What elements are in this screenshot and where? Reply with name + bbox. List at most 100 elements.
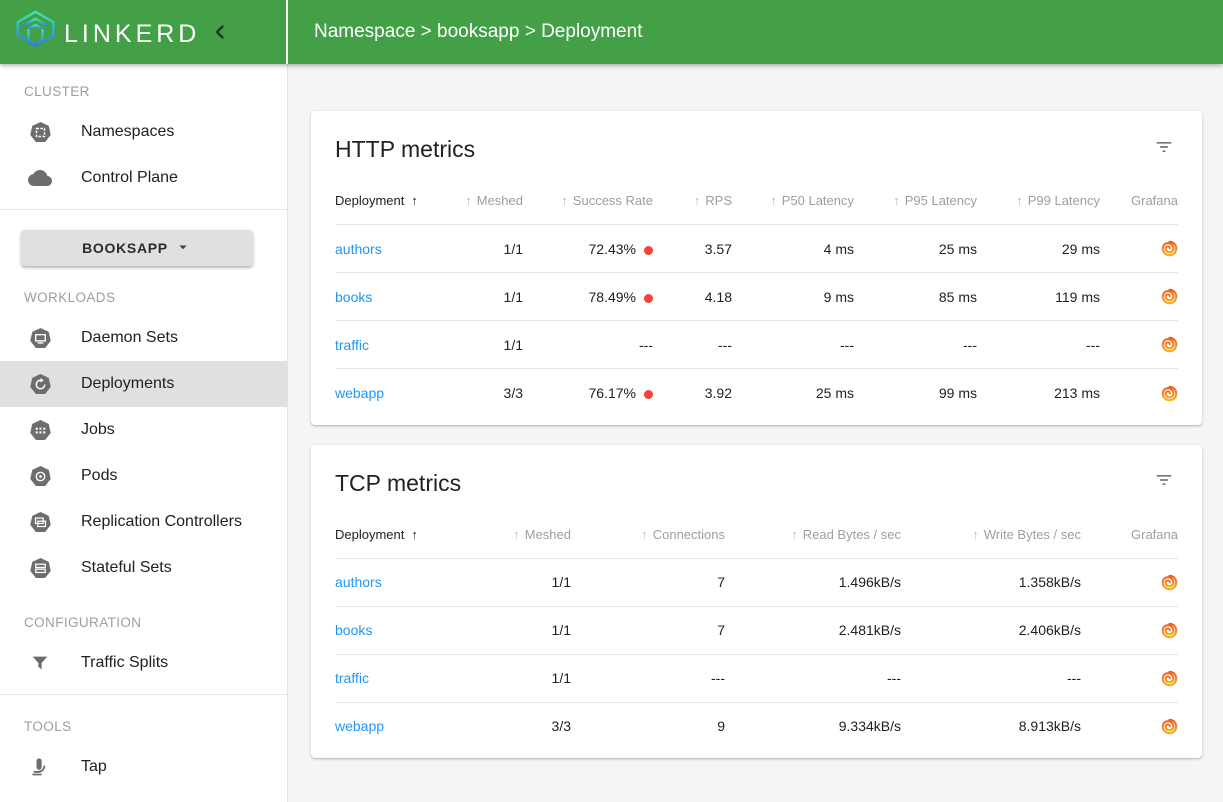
grafana-link[interactable] xyxy=(1161,622,1178,639)
success-rate-value: --- xyxy=(523,321,653,369)
filter-list-icon xyxy=(1154,470,1174,495)
column-header-read-bytes[interactable]: ↑Read Bytes / sec xyxy=(725,497,901,559)
jobs-icon xyxy=(28,418,52,442)
sidebar-item-stateful-sets[interactable]: Stateful Sets xyxy=(0,545,287,591)
success-rate-value: 78.49% xyxy=(523,273,653,321)
success-rate-value: 72.43% xyxy=(523,225,653,273)
sidebar-item-traffic-splits[interactable]: Traffic Splits xyxy=(0,640,287,686)
rps-value: 4.18 xyxy=(653,273,732,321)
grafana-link[interactable] xyxy=(1161,336,1178,353)
namespace-selector-label: BOOKSAPP xyxy=(82,240,168,256)
p99-value: 213 ms xyxy=(977,369,1100,417)
traffic-splits-icon xyxy=(28,651,52,675)
pods-icon xyxy=(28,464,52,488)
column-header-grafana: Grafana xyxy=(1100,163,1178,225)
deployment-link[interactable]: authors xyxy=(335,574,382,590)
p95-value: 99 ms xyxy=(854,369,977,417)
sort-arrow-icon: ↑ xyxy=(791,527,798,542)
meshed-value: 1/1 xyxy=(445,558,571,606)
meshed-value: 1/1 xyxy=(445,225,523,273)
meshed-value: 1/1 xyxy=(445,273,523,321)
sidebar-item-daemon-sets[interactable]: Daemon Sets xyxy=(0,315,287,361)
sidebar-item-replication-controllers[interactable]: Replication Controllers xyxy=(0,499,287,545)
p50-value: 25 ms xyxy=(732,369,854,417)
linkerd-logo-icon xyxy=(13,9,58,59)
replication-controllers-icon xyxy=(28,510,52,534)
deployment-link[interactable]: webapp xyxy=(335,385,384,401)
sidebar-item-label: Daemon Sets xyxy=(81,329,178,347)
sidebar-item-pods[interactable]: Pods xyxy=(0,453,287,499)
column-header-p50-latency[interactable]: ↑P50 Latency xyxy=(732,163,854,225)
sidebar-item-label: Control Plane xyxy=(81,169,178,187)
p99-value: 119 ms xyxy=(977,273,1100,321)
sidebar-item-namespaces[interactable]: Namespaces xyxy=(0,109,287,155)
rps-value: --- xyxy=(653,321,732,369)
p50-value: 9 ms xyxy=(732,273,854,321)
column-header-deployment[interactable]: Deployment↑ xyxy=(335,163,445,225)
app-bar: LINKERD Namespace > booksapp > Deploymen… xyxy=(0,0,1223,64)
sidebar: CLUSTER Namespaces Control Plane BOOKSAP… xyxy=(0,64,288,802)
meshed-value: 3/3 xyxy=(445,702,571,750)
stateful-sets-icon xyxy=(28,556,52,580)
grafana-link[interactable] xyxy=(1161,288,1178,305)
column-header-grafana: Grafana xyxy=(1081,497,1178,559)
connections-value: --- xyxy=(571,654,725,702)
connections-value: 7 xyxy=(571,606,725,654)
deployment-link[interactable]: webapp xyxy=(335,718,384,734)
deployment-link[interactable]: books xyxy=(335,622,372,638)
grafana-icon xyxy=(1161,385,1178,402)
sort-arrow-icon: ↑ xyxy=(641,527,648,542)
grafana-link[interactable] xyxy=(1161,240,1178,257)
column-header-deployment[interactable]: Deployment↑ xyxy=(335,497,445,559)
filter-list-icon xyxy=(1154,137,1174,162)
sidebar-divider xyxy=(0,694,287,695)
column-header-p99-latency[interactable]: ↑P99 Latency xyxy=(977,163,1100,225)
sort-arrow-icon: ↑ xyxy=(513,527,520,542)
grafana-icon xyxy=(1161,622,1178,639)
sidebar-collapse-button[interactable] xyxy=(206,20,234,48)
deployment-link[interactable]: books xyxy=(335,289,372,305)
grafana-link[interactable] xyxy=(1161,670,1178,687)
table-header-row: Deployment↑ ↑Meshed ↑Success Rate ↑RPS ↑… xyxy=(335,163,1178,225)
linkerd-logo[interactable]: LINKERD xyxy=(13,9,200,59)
app-bar-brand: LINKERD xyxy=(0,0,288,64)
grafana-link[interactable] xyxy=(1161,385,1178,402)
chevron-left-icon xyxy=(208,20,232,49)
success-rate-value: 76.17% xyxy=(523,369,653,417)
status-dot xyxy=(644,390,653,399)
caret-down-icon xyxy=(174,238,192,259)
app-bar-main: Namespace > booksapp > Deployment xyxy=(288,0,1223,64)
sort-arrow-icon: ↑ xyxy=(694,193,701,208)
sidebar-item-label: Jobs xyxy=(81,421,115,439)
table-row: webapp 3/3 9 9.334kB/s 8.913kB/s xyxy=(335,702,1178,750)
p95-value: 25 ms xyxy=(854,225,977,273)
filter-button[interactable] xyxy=(1150,469,1178,497)
sort-arrow-icon: ↑ xyxy=(1016,193,1023,208)
column-header-meshed[interactable]: ↑Meshed xyxy=(445,497,571,559)
sidebar-item-jobs[interactable]: Jobs xyxy=(0,407,287,453)
grafana-link[interactable] xyxy=(1161,574,1178,591)
deployment-link[interactable]: authors xyxy=(335,241,382,257)
column-header-meshed[interactable]: ↑Meshed xyxy=(445,163,523,225)
column-header-success-rate[interactable]: ↑Success Rate xyxy=(523,163,653,225)
meshed-value: 1/1 xyxy=(445,654,571,702)
column-header-rps[interactable]: ↑RPS xyxy=(653,163,732,225)
sidebar-item-label: Stateful Sets xyxy=(81,559,172,577)
control-plane-icon xyxy=(28,166,52,190)
deployment-link[interactable]: traffic xyxy=(335,670,369,686)
grafana-link[interactable] xyxy=(1161,718,1178,735)
namespace-selector-button[interactable]: BOOKSAPP xyxy=(21,230,253,266)
sidebar-item-deployments[interactable]: Deployments xyxy=(0,361,287,407)
sidebar-item-tap[interactable]: Tap xyxy=(0,744,287,790)
tcp-metrics-card: TCP metrics Deployment↑ ↑Meshed ↑Conn xyxy=(311,445,1202,759)
column-header-write-bytes[interactable]: ↑Write Bytes / sec xyxy=(901,497,1081,559)
deployment-link[interactable]: traffic xyxy=(335,337,369,353)
column-header-connections[interactable]: ↑Connections xyxy=(571,497,725,559)
meshed-value: 3/3 xyxy=(445,369,523,417)
sidebar-item-control-plane[interactable]: Control Plane xyxy=(0,155,287,201)
column-header-p95-latency[interactable]: ↑P95 Latency xyxy=(854,163,977,225)
grafana-icon xyxy=(1161,718,1178,735)
p99-value: --- xyxy=(977,321,1100,369)
filter-button[interactable] xyxy=(1150,135,1178,163)
sidebar-item-label: Traffic Splits xyxy=(81,654,168,672)
